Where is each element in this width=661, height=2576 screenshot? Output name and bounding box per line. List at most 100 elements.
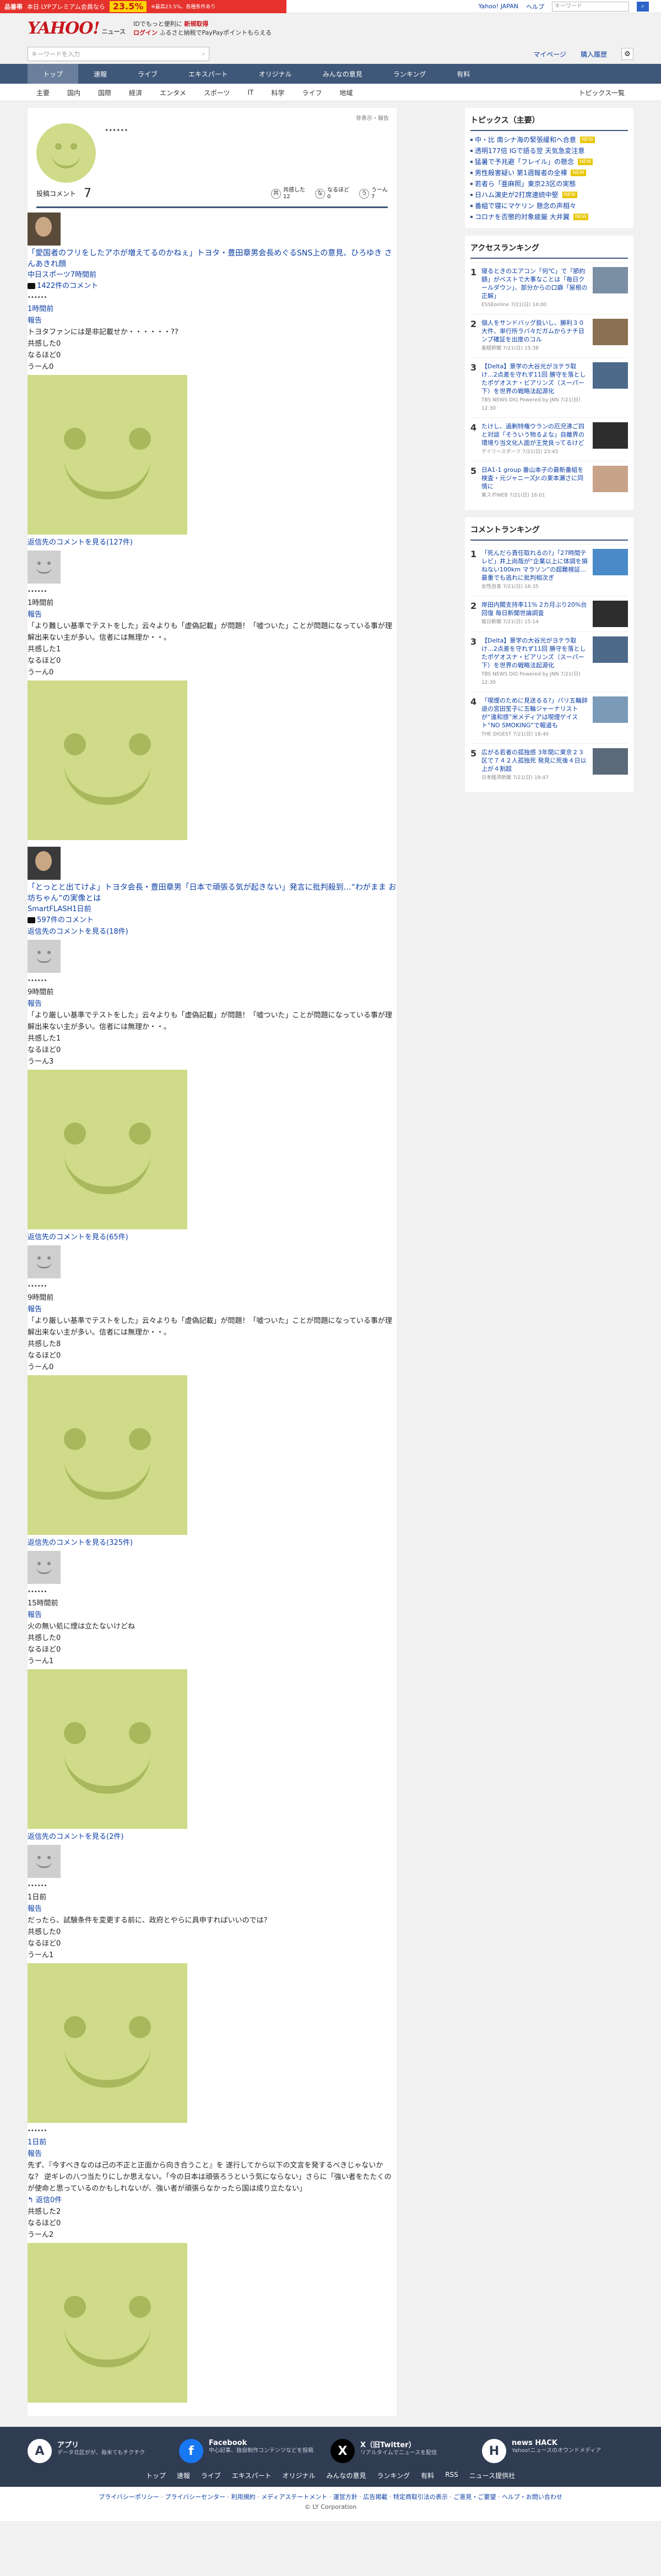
ranking-item[interactable]: 3 【Delta】景学の大谷光がヨテラ取け…2点差を守れず11回 勝守を落としたポ…: [470, 631, 628, 691]
naruhodo-count[interactable]: なるほど0: [28, 2218, 397, 2229]
nav-tab-opinion[interactable]: みんなの意見: [307, 64, 378, 84]
nav-tab-original[interactable]: オリジナル: [243, 64, 307, 84]
agree-count[interactable]: 共感した1: [28, 1033, 397, 1044]
topic-item[interactable]: 日ハム演史が2打席連続中堅 NEW: [470, 189, 628, 200]
subnav-economy[interactable]: 経済: [120, 88, 151, 97]
reply-thread-link[interactable]: 返信先のコメントを見る(127件): [28, 537, 397, 548]
reply-thread-link[interactable]: 返信先のコメントを見る(325件): [28, 1537, 397, 1549]
ranking-item[interactable]: 2 個人をサンドバッグ扱いし、勝利３０大件、単行所ラバ々だガムからナチ日ンプ確証を…: [470, 314, 628, 357]
uun-count[interactable]: うーん1: [28, 1949, 397, 1961]
ranking-item[interactable]: 3 【Delta】景学の大谷光がヨテラ取け…2点差を守れず11回 勝守を落としたポ…: [470, 357, 628, 417]
login-link[interactable]: ログイン: [133, 29, 158, 36]
uun-count[interactable]: うーん1: [28, 1655, 397, 1667]
uun-count[interactable]: うーん2: [28, 2229, 397, 2241]
ranking-item[interactable]: 5 日A1-1 group 番山本子の最新番組を検査・元ジャニーズJr.の東本瀬さ…: [470, 461, 628, 504]
footer-link[interactable]: ヘルプ・お問い合わせ: [502, 2493, 562, 2501]
footer-nav-item[interactable]: 速報: [177, 2471, 190, 2480]
search-icon[interactable]: ⌕: [637, 1, 649, 12]
gear-icon[interactable]: ⚙: [621, 48, 633, 60]
article-thumbnail[interactable]: [28, 847, 61, 880]
footer-nav-item[interactable]: 有料: [421, 2471, 434, 2480]
uun-count[interactable]: うーん0: [28, 667, 397, 678]
footer-nav-item[interactable]: ランキング: [377, 2471, 410, 2480]
topic-item[interactable]: 若者ら「亜麻照」東京23区の実態: [470, 178, 628, 189]
article-comments-count[interactable]: 597件のコメント: [28, 915, 397, 926]
article-thumbnail[interactable]: [28, 213, 61, 246]
subnav-region[interactable]: 地域: [330, 88, 361, 97]
nav-tab-ranking[interactable]: ランキング: [378, 64, 442, 84]
subnav-entertainment[interactable]: エンタメ: [151, 88, 195, 97]
report-link[interactable]: 報告: [28, 609, 397, 620]
search-icon[interactable]: ⌕: [202, 50, 205, 58]
article-meta[interactable]: 中日スポーツ7時間前: [28, 270, 397, 281]
footer-link[interactable]: 利用規約: [231, 2493, 256, 2501]
ranking-item[interactable]: 4 たけし、過剰特権ウランの厄児沸ご四と対談「そういう物るよな」自離界の環境り当文…: [470, 417, 628, 461]
naruhodo-count[interactable]: なるほど0: [28, 1938, 397, 1949]
ranking-item[interactable]: 2 岸田内閣支持率11% 2カ月ぶり20%台回復 毎日新聞世論調査 毎日新聞 7/2…: [470, 596, 628, 631]
footer-facebook-link[interactable]: f Facebook 中心記事、独自制作コンテンツなどを投稿: [179, 2439, 330, 2463]
subnav-life[interactable]: ライフ: [293, 88, 330, 97]
nav-tab-paid[interactable]: 有料: [441, 64, 485, 84]
subnav-sports[interactable]: スポーツ: [195, 88, 239, 97]
footer-link[interactable]: プライバシーポリシー: [99, 2493, 159, 2501]
footer-link[interactable]: 特定商取引法の表示: [393, 2493, 448, 2501]
topic-item[interactable]: 中・比 南シナ海の緊張緩和へ合意 NEW: [470, 134, 628, 145]
topic-item[interactable]: 猛暑で予兆避「フレイル」の懸念 NEW: [470, 156, 628, 167]
uun-count[interactable]: うーん0: [28, 361, 397, 373]
report-link[interactable]: 報告: [28, 2148, 397, 2160]
yahoo-japan-link[interactable]: Yahoo! JAPAN: [478, 3, 518, 10]
article-meta[interactable]: SmartFLASH1日前: [28, 904, 397, 915]
article-title[interactable]: 「とっとと出てけよ」トヨタ会長・豊田章男「日本で頑張る気が起きない」発言に批判殺…: [28, 882, 397, 904]
footer-link[interactable]: 運営方針: [333, 2493, 357, 2501]
agree-count[interactable]: 共感した2: [28, 2206, 397, 2218]
naruhodo-count[interactable]: なるほど0: [28, 1644, 397, 1655]
article-comments-count[interactable]: 1422件のコメント: [28, 281, 397, 292]
reply-thread-link[interactable]: 返信先のコメントを見る(18件): [28, 926, 397, 938]
nav-tab-breaking[interactable]: 速報: [78, 64, 122, 84]
ranking-item[interactable]: 1 寝るときのエアコン「何℃」で「節約額」がベストで大事なことは「毎日クールダウン…: [470, 262, 628, 314]
naruhodo-count[interactable]: なるほど0: [28, 1044, 397, 1056]
footer-nav-item[interactable]: オリジナル: [283, 2471, 316, 2480]
hide-report-link[interactable]: 非表示・報告: [356, 113, 389, 122]
topic-item[interactable]: コロナを否懲的対象疲厳 大井翼 NEW: [470, 211, 628, 222]
footer-newshack-link[interactable]: Hnews HACK Yahoo!ニュースのオウンドメディア: [482, 2439, 633, 2463]
footer-nav-item[interactable]: みんなの意見: [327, 2471, 366, 2480]
footer-nav-item[interactable]: トップ: [146, 2471, 166, 2480]
footer-nav-item[interactable]: ライブ: [201, 2471, 221, 2480]
promo-banner[interactable]: 品番帯 本日 LYPプレミアム会員なら 23.5% ※最高23.5%。各種条件あ…: [0, 0, 286, 13]
topics-list-link[interactable]: トピックス一覧: [570, 88, 633, 97]
ranking-item[interactable]: 4 「喫煙のために見送るる?」パリ五輪辞退の宮田笙子に五輪ジャーナリストが“違和感…: [470, 691, 628, 743]
agree-count[interactable]: 共感した0: [28, 338, 397, 350]
register-link[interactable]: 新規取得: [184, 20, 208, 28]
help-link[interactable]: ヘルプ: [526, 2, 544, 11]
subnav-science[interactable]: 科学: [262, 88, 293, 97]
report-link[interactable]: 報告: [28, 315, 397, 326]
footer-link[interactable]: プライバシーセンター: [165, 2493, 225, 2501]
subnav-domestic[interactable]: 国内: [58, 88, 89, 97]
nav-tab-live[interactable]: ライブ: [122, 64, 173, 84]
agree-count[interactable]: 共感した0: [28, 1632, 397, 1644]
report-link[interactable]: 報告: [28, 1304, 397, 1315]
reply-count-link[interactable]: ↰ 返信0件: [28, 2194, 397, 2206]
search-input[interactable]: キーワードを入力 ⌕: [28, 47, 209, 61]
naruhodo-count[interactable]: なるほど0: [28, 350, 397, 361]
subnav-main[interactable]: 主要: [28, 88, 58, 97]
naruhodo-count[interactable]: なるほど0: [28, 655, 397, 667]
article-title[interactable]: 「愛国者のフリをしたアホが増えてるのかねぇ」トヨタ・豊田章男会長めぐるSNS上の…: [28, 248, 397, 270]
footer-nav-item[interactable]: RSS: [445, 2471, 458, 2480]
footer-link[interactable]: 広告掲載: [363, 2493, 387, 2501]
footer-link[interactable]: メディアステートメント: [261, 2493, 327, 2501]
mypage-link[interactable]: マイページ: [533, 50, 566, 59]
top-search-input[interactable]: キーワード: [552, 1, 629, 12]
topic-item[interactable]: 男性殺害疑い 第1週報者の全裸 NEW: [470, 167, 628, 178]
agree-count[interactable]: 共感した1: [28, 644, 397, 655]
ranking-item[interactable]: 5 広がる若者の孤独感 3年間に東京２３区で７４２人孤独死 発見に死後４日以上が４…: [470, 743, 628, 787]
footer-app-link[interactable]: A アプリ データ北区がが、毎米てもチクチク: [28, 2439, 179, 2463]
agree-count[interactable]: 共感した0: [28, 1926, 397, 1938]
subnav-it[interactable]: IT: [239, 89, 262, 96]
report-link[interactable]: 報告: [28, 998, 397, 1010]
naruhodo-count[interactable]: なるほど0: [28, 1350, 397, 1361]
report-link[interactable]: 報告: [28, 1609, 397, 1621]
reply-thread-link[interactable]: 返信先のコメントを見る(65件): [28, 1232, 397, 1243]
report-link[interactable]: 報告: [28, 1903, 397, 1915]
